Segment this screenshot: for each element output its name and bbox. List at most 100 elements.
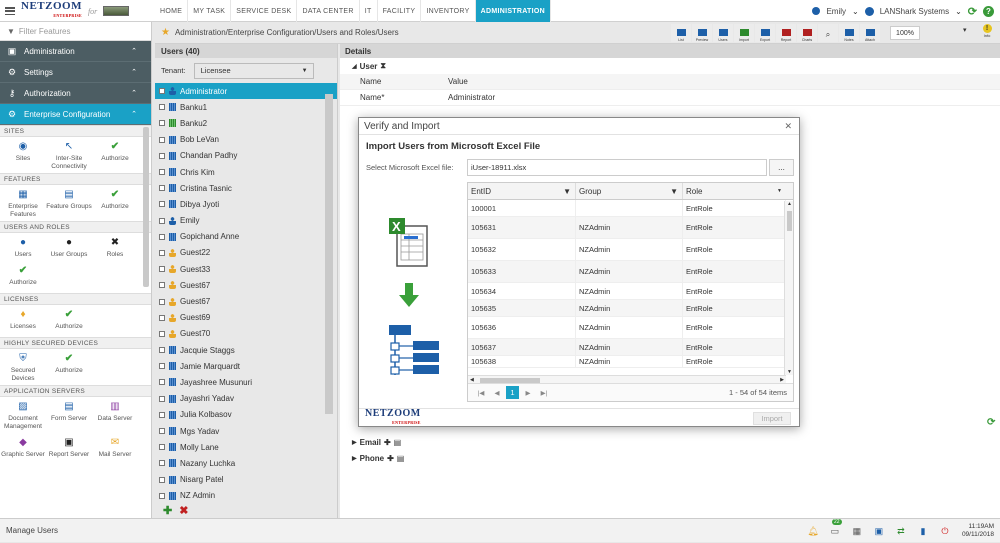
user-list-item[interactable]: Banku1: [155, 99, 337, 115]
charts-button[interactable]: Charts: [797, 24, 817, 42]
import-toolbar-button[interactable]: Import: [734, 24, 754, 42]
tile-report-server[interactable]: ▣ Report Server: [46, 437, 92, 459]
user-list-item[interactable]: Chandan Padhy: [155, 148, 337, 164]
tile-mail-server[interactable]: ✉ Mail Server: [92, 437, 138, 459]
name-value[interactable]: Administrator: [448, 93, 1000, 102]
tile-secured-devices[interactable]: ⛨ Secured Devices: [0, 353, 46, 383]
tile-user-groups[interactable]: ● User Groups: [46, 237, 92, 259]
tile-sites[interactable]: ◉ Sites: [0, 141, 46, 171]
tile-document-management[interactable]: ▨ Document Management: [0, 401, 46, 431]
row-checkbox[interactable]: [159, 476, 165, 483]
phone-section[interactable]: ▶ Phone ✚ ▤: [340, 450, 404, 466]
transfer-icon[interactable]: ⇄: [896, 526, 906, 536]
next-page-icon[interactable]: ▶: [521, 387, 535, 399]
chevron-down-icon[interactable]: ⌄: [955, 7, 962, 16]
menu-enterprise-configuration[interactable]: ⚙ Enterprise Configuration ⌃: [0, 104, 151, 125]
grid-row[interactable]: 100001 EntRole: [468, 200, 793, 217]
row-checkbox[interactable]: [159, 217, 165, 224]
row-checkbox[interactable]: [159, 104, 165, 111]
bell-icon[interactable]: 🔔︎: [807, 526, 818, 536]
nav-data-center[interactable]: DATA CENTER: [297, 0, 360, 22]
grid-row[interactable]: 105636 NZAdmin EntRole: [468, 317, 793, 339]
user-list-item[interactable]: Administrator: [155, 83, 337, 100]
info-button[interactable]: ! Info: [978, 24, 996, 42]
email-section[interactable]: ▶ Email ✚ ▤: [340, 434, 401, 450]
export-button[interactable]: Export: [755, 24, 775, 42]
row-checkbox[interactable]: [159, 330, 165, 337]
current-org[interactable]: LANShark Systems: [880, 7, 949, 16]
refresh-icon[interactable]: ⟳: [987, 417, 995, 428]
menu-settings[interactable]: ⚙ Settings ⌃: [0, 62, 151, 83]
chat-icon[interactable]: ▭ 22: [830, 519, 842, 536]
row-checkbox[interactable]: [159, 460, 165, 467]
nav-facility[interactable]: FACILITY: [378, 0, 422, 22]
tenant-select[interactable]: Licensee ▼: [193, 62, 314, 79]
grid-row[interactable]: 105634 NZAdmin EntRole: [468, 283, 793, 300]
last-page-icon[interactable]: ▶|: [537, 387, 551, 399]
col-entid[interactable]: EntID ▼: [468, 183, 576, 199]
user-list-item[interactable]: Guest33: [155, 261, 337, 277]
user-list-item[interactable]: Nisarg Patel: [155, 472, 337, 488]
user-list-item[interactable]: Emily: [155, 213, 337, 229]
user-list-item[interactable]: Molly Lane: [155, 439, 337, 455]
tile-authorize[interactable]: ✔ Authorize: [46, 309, 92, 331]
col-role[interactable]: Role ▼: [683, 183, 786, 199]
nav-it[interactable]: IT: [360, 0, 378, 22]
tile-data-server[interactable]: ▥ Data Server: [92, 401, 138, 431]
row-checkbox[interactable]: [159, 298, 165, 305]
tile-roles[interactable]: ✖ Roles: [92, 237, 138, 259]
tile-feature-groups[interactable]: ▤ Feature Groups: [46, 189, 92, 219]
star-icon[interactable]: ★: [161, 27, 170, 38]
row-checkbox[interactable]: [159, 492, 165, 499]
hamburger-icon[interactable]: [5, 7, 15, 15]
prev-page-icon[interactable]: ◀: [490, 387, 504, 399]
help-icon[interactable]: ?: [983, 5, 994, 17]
row-checkbox[interactable]: [159, 411, 165, 418]
user-list-item[interactable]: Guest70: [155, 326, 337, 342]
calculator-icon[interactable]: ▦: [852, 526, 862, 536]
grid-vertical-scrollbar[interactable]: ▲ ▼: [784, 201, 793, 375]
filter-icon[interactable]: ▼: [563, 187, 571, 196]
user-list-item[interactable]: Mgs Yadav: [155, 423, 337, 439]
user-list-item[interactable]: Guest67: [155, 293, 337, 309]
user-list-item[interactable]: Gopichand Anne: [155, 229, 337, 245]
row-checkbox[interactable]: [159, 363, 165, 370]
nav-home[interactable]: HOME: [155, 0, 189, 22]
user-list-item[interactable]: Banku2: [155, 115, 337, 131]
nav-administration[interactable]: ADMINISTRATION: [475, 0, 551, 22]
user-list-item[interactable]: Jamie Marquardt: [155, 358, 337, 374]
user-list-item[interactable]: Jayashree Musunuri: [155, 374, 337, 390]
grid-row[interactable]: 105631 NZAdmin EntRole: [468, 217, 793, 239]
nav-service-desk[interactable]: SERVICE DESK: [231, 0, 298, 22]
scroll-down-icon[interactable]: ▼: [787, 369, 792, 375]
user-list-item[interactable]: Bob LeVan: [155, 132, 337, 148]
nav-inventory[interactable]: INVENTORY: [421, 0, 476, 22]
row-checkbox[interactable]: [159, 282, 165, 289]
current-user[interactable]: Emily: [826, 7, 846, 16]
user-list-item[interactable]: Jacquie Staggs: [155, 342, 337, 358]
user-list-item[interactable]: Guest69: [155, 310, 337, 326]
nav-my-task[interactable]: MY TASK: [188, 0, 232, 22]
tile-form-server[interactable]: ▤ Form Server: [46, 401, 92, 431]
tile-graphic-server[interactable]: ◆ Graphic Server: [0, 437, 46, 459]
grid-row[interactable]: 105638 NZAdmin EntRole: [468, 356, 793, 368]
tile-authorize[interactable]: ✔ Authorize: [92, 141, 138, 171]
row-checkbox[interactable]: [159, 314, 165, 321]
menu-authorization[interactable]: ⚷ Authorization ⌃: [0, 83, 151, 104]
tile-inter-site-connectivity[interactable]: ↖ Inter-Site Connectivity: [46, 141, 92, 171]
row-checkbox[interactable]: [159, 249, 165, 256]
user-list-item[interactable]: Nazany Luchka: [155, 455, 337, 471]
grid-row[interactable]: 105633 NZAdmin EntRole: [468, 261, 793, 283]
menu-administration[interactable]: ▣ Administration ⌃: [0, 41, 151, 62]
row-checkbox[interactable]: [159, 185, 165, 192]
file-input[interactable]: iUser-18911.xlsx: [467, 159, 767, 176]
tile-authorize[interactable]: ✔ Authorize: [46, 353, 92, 383]
row-checkbox[interactable]: [159, 444, 165, 451]
user-list-item[interactable]: Chris Kim: [155, 164, 337, 180]
tile-licenses[interactable]: ♦ Licenses: [0, 309, 46, 331]
list-button[interactable]: List: [671, 24, 691, 42]
attach-button[interactable]: Attach: [860, 24, 880, 42]
add-user-icon[interactable]: ✚: [163, 504, 172, 517]
first-page-icon[interactable]: |◀: [474, 387, 488, 399]
chevron-down-icon[interactable]: ⌄: [852, 7, 859, 16]
